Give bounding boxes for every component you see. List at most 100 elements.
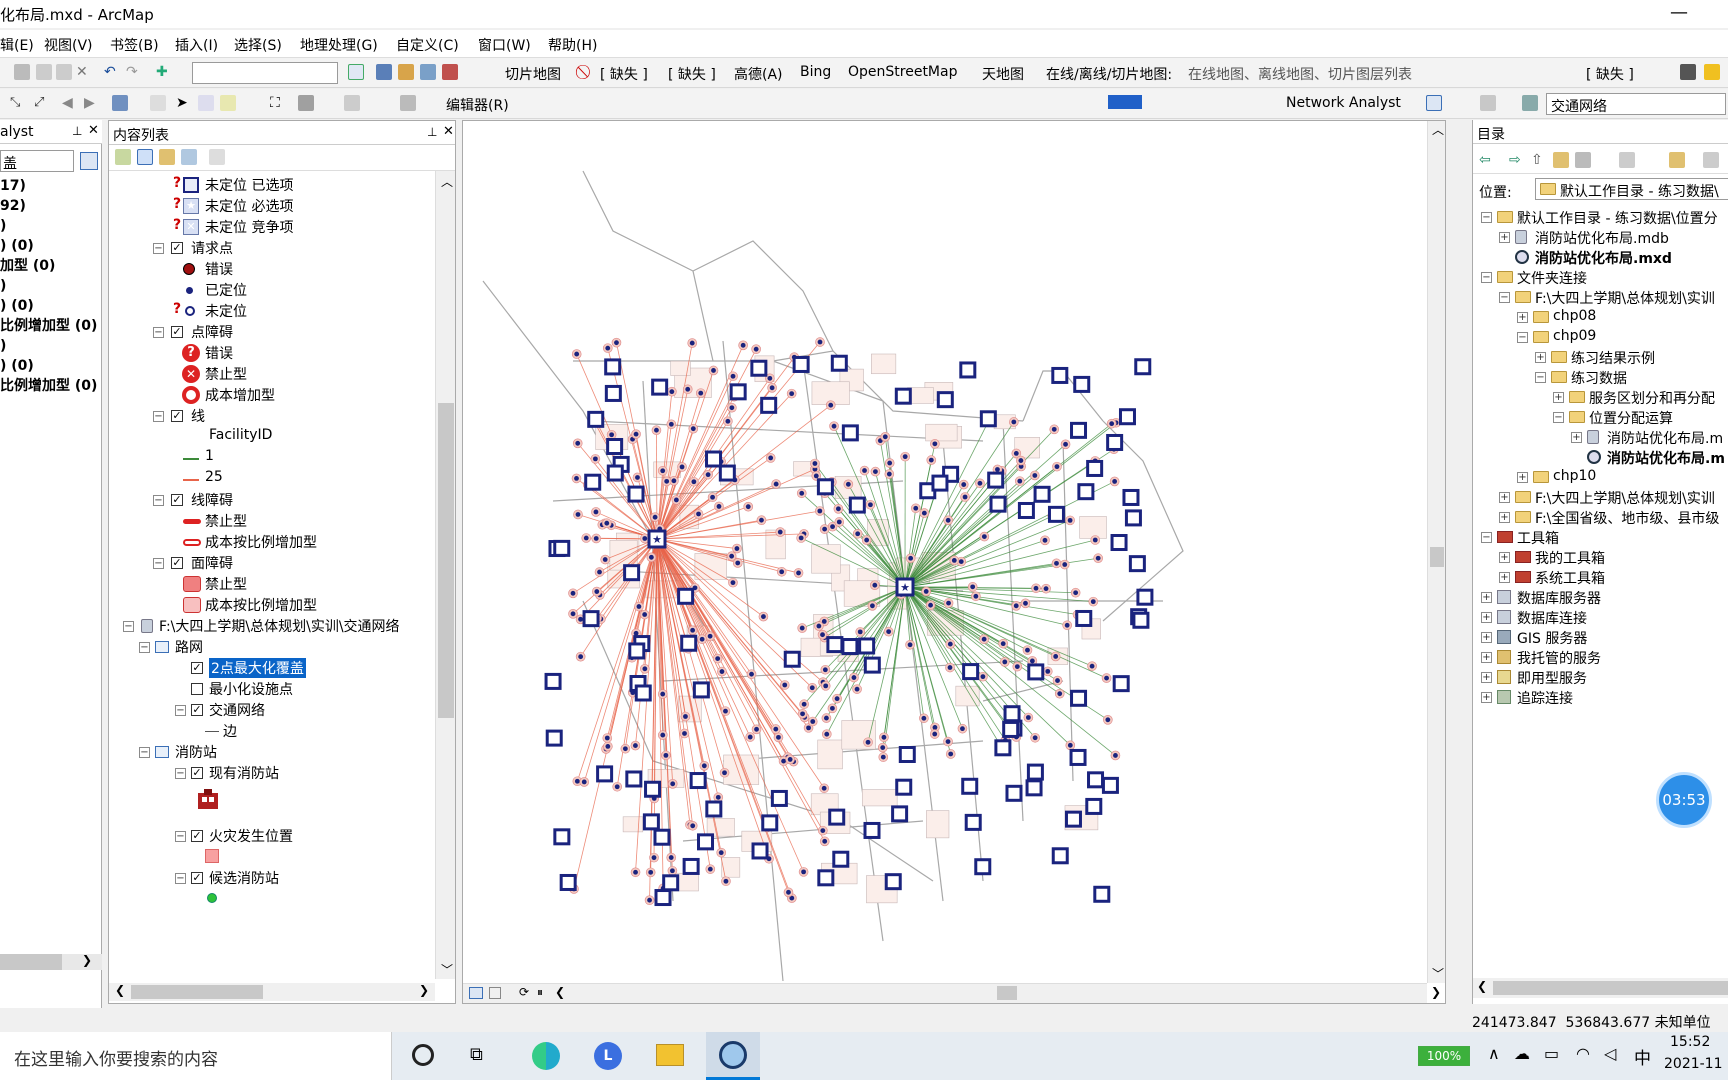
identify-icon[interactable] bbox=[1704, 64, 1720, 80]
chevron-up-icon[interactable]: ∧ bbox=[1488, 1044, 1500, 1063]
na-solve-icon[interactable] bbox=[1480, 95, 1496, 111]
na-layer-combo[interactable]: 盖 bbox=[0, 150, 74, 172]
editor-menu[interactable]: 编辑器(R) bbox=[446, 95, 509, 115]
task-view-icon[interactable]: ⧉ bbox=[470, 1044, 483, 1065]
menu-select[interactable]: 选择(S) bbox=[234, 35, 282, 55]
scroll-left-icon[interactable]: ❮ bbox=[555, 985, 565, 999]
na-item[interactable]: ) (0) bbox=[0, 236, 97, 256]
na-window-icon[interactable] bbox=[1426, 95, 1442, 111]
tile-map-menu[interactable]: 切片地图 bbox=[505, 64, 561, 84]
pause-icon[interactable]: ⏸ bbox=[537, 985, 543, 1000]
options-icon[interactable] bbox=[209, 149, 225, 165]
delete-icon[interactable]: ✕ bbox=[76, 64, 92, 80]
menu-view[interactable]: 视图(V) bbox=[44, 35, 93, 55]
redo-icon[interactable]: ↷ bbox=[126, 64, 142, 80]
na-item[interactable]: 17) bbox=[0, 176, 97, 196]
na-properties-button[interactable] bbox=[80, 152, 98, 170]
recording-timer[interactable]: 03:53 bbox=[1656, 772, 1712, 828]
undo-icon[interactable]: ↶ bbox=[104, 64, 120, 80]
na-properties-icon[interactable] bbox=[1522, 95, 1538, 111]
tianditu-menu[interactable]: 天地图 bbox=[982, 64, 1024, 84]
wifi-icon[interactable]: ◠ bbox=[1576, 1044, 1590, 1063]
toc-icon[interactable] bbox=[376, 64, 392, 80]
clock-date[interactable]: 2021-11 bbox=[1664, 1056, 1723, 1072]
na-hscroll[interactable]: ❯ bbox=[0, 953, 102, 970]
na-item[interactable]: 比例增加型 (0) bbox=[0, 316, 97, 336]
identify-tool-icon[interactable] bbox=[198, 95, 214, 111]
find-route-icon[interactable] bbox=[298, 95, 314, 111]
map-canvas[interactable]: ★★ bbox=[463, 121, 1427, 981]
cloud-icon[interactable]: ☁ bbox=[1514, 1044, 1530, 1063]
scale-combo[interactable] bbox=[192, 62, 338, 84]
map-vscroll[interactable]: ︿ ﹀ bbox=[1427, 121, 1445, 983]
search-window-icon[interactable] bbox=[420, 64, 436, 80]
edge-icon[interactable] bbox=[532, 1042, 560, 1070]
toc-hscroll[interactable]: ❮ ❯ bbox=[109, 983, 435, 1001]
refresh-icon[interactable]: ⟳ bbox=[519, 985, 529, 999]
missing-layer-1[interactable]: [ 缺失 ] bbox=[600, 64, 648, 84]
scroll-right-icon[interactable]: ❯ bbox=[1431, 985, 1441, 999]
forward-extent-icon[interactable]: ▶ bbox=[84, 95, 100, 111]
menu-bookmarks[interactable]: 书签(B) bbox=[110, 35, 159, 55]
find-icon[interactable]: ⛶ bbox=[270, 95, 286, 111]
zoom-out-fixed-icon[interactable]: ⤢ bbox=[34, 95, 50, 111]
data-view-icon[interactable] bbox=[469, 987, 483, 999]
clock-time[interactable]: 15:52 bbox=[1670, 1034, 1710, 1050]
menu-help[interactable]: 帮助(H) bbox=[548, 35, 597, 55]
arctoolbox-icon[interactable] bbox=[442, 64, 458, 80]
na-item[interactable]: ) (0) bbox=[0, 296, 97, 316]
network-dataset-combo[interactable]: 交通网络 bbox=[1546, 93, 1726, 115]
list-by-visibility-icon[interactable] bbox=[159, 149, 175, 165]
na-item[interactable]: ) bbox=[0, 276, 97, 296]
select-features-icon[interactable] bbox=[112, 95, 128, 111]
color-swatch[interactable] bbox=[1108, 95, 1142, 109]
online-map-combo[interactable]: 在线地图、离线地图、切片图层列表 bbox=[1188, 64, 1412, 84]
battery-indicator[interactable]: 100% bbox=[1418, 1046, 1470, 1066]
home-icon[interactable] bbox=[1553, 152, 1569, 168]
list-by-selection-icon[interactable] bbox=[181, 149, 197, 165]
na-item[interactable]: ) bbox=[0, 336, 97, 356]
toggle-contents-icon[interactable] bbox=[1669, 152, 1685, 168]
add-data-icon[interactable]: ✚ bbox=[156, 64, 172, 80]
na-item[interactable]: 比例增加型 (0) bbox=[0, 376, 97, 396]
pin-icon[interactable]: ⊥ bbox=[72, 124, 82, 138]
taskbar-search[interactable]: 在这里输入你要搜索的内容 bbox=[0, 1032, 392, 1080]
missing-layer-2[interactable]: [ 缺失 ] bbox=[668, 64, 716, 84]
measure-icon[interactable] bbox=[344, 95, 360, 111]
editor-toolbar-icon[interactable] bbox=[348, 64, 364, 80]
clear-selection-icon[interactable] bbox=[150, 95, 166, 111]
missing-layer-3[interactable]: [ 缺失 ] bbox=[1586, 64, 1634, 84]
catalog-hscroll[interactable]: ❮ bbox=[1473, 978, 1728, 998]
bing-menu[interactable]: Bing bbox=[800, 64, 831, 80]
menu-edit[interactable]: 辑(E) bbox=[0, 35, 34, 55]
arcmap-taskbar-button[interactable] bbox=[706, 1032, 760, 1080]
menu-insert[interactable]: 插入(I) bbox=[175, 35, 218, 55]
location-combo[interactable]: 默认工作目录 - 练习数据\ bbox=[1535, 178, 1728, 200]
list-by-drawing-order-icon[interactable] bbox=[115, 149, 131, 165]
copy-icon[interactable] bbox=[36, 64, 52, 80]
gaode-menu[interactable]: 高德(A) bbox=[734, 64, 783, 84]
list-by-source-icon[interactable] bbox=[137, 149, 153, 165]
pin-icon[interactable]: ⊥ bbox=[427, 125, 437, 139]
minimize-icon[interactable]: — bbox=[1670, 2, 1688, 23]
select-elements-icon[interactable]: ➤ bbox=[176, 95, 192, 111]
cortana-icon[interactable] bbox=[412, 1044, 434, 1066]
close-icon[interactable]: ✕ bbox=[88, 123, 99, 138]
na-item[interactable]: 加型 (0) bbox=[0, 256, 97, 276]
connect-folder-icon[interactable] bbox=[1575, 152, 1591, 168]
lark-icon[interactable]: L bbox=[594, 1042, 622, 1070]
full-extent-icon[interactable]: ⤡ bbox=[10, 95, 26, 111]
layout-view-icon[interactable] bbox=[489, 987, 501, 999]
na-item[interactable]: ) (0) bbox=[0, 356, 97, 376]
paste-icon[interactable] bbox=[56, 64, 72, 80]
speaker-icon[interactable]: ◁ bbox=[1604, 1044, 1616, 1063]
cut-icon[interactable] bbox=[14, 64, 30, 80]
html-popup-icon[interactable] bbox=[220, 95, 236, 111]
menu-geoprocessing[interactable]: 地理处理(G) bbox=[300, 35, 378, 55]
view-options-icon[interactable] bbox=[1619, 152, 1635, 168]
toc-vscroll[interactable]: ︿ ﹀ bbox=[435, 171, 455, 979]
server-icon[interactable] bbox=[1680, 64, 1696, 80]
map-view[interactable]: ★ ★ ︿ ﹀ ⟳ ⏸ ❮ ❯ bbox=[462, 120, 1446, 1004]
osm-menu[interactable]: OpenStreetMap bbox=[848, 64, 957, 80]
catalog-icon[interactable] bbox=[398, 64, 414, 80]
